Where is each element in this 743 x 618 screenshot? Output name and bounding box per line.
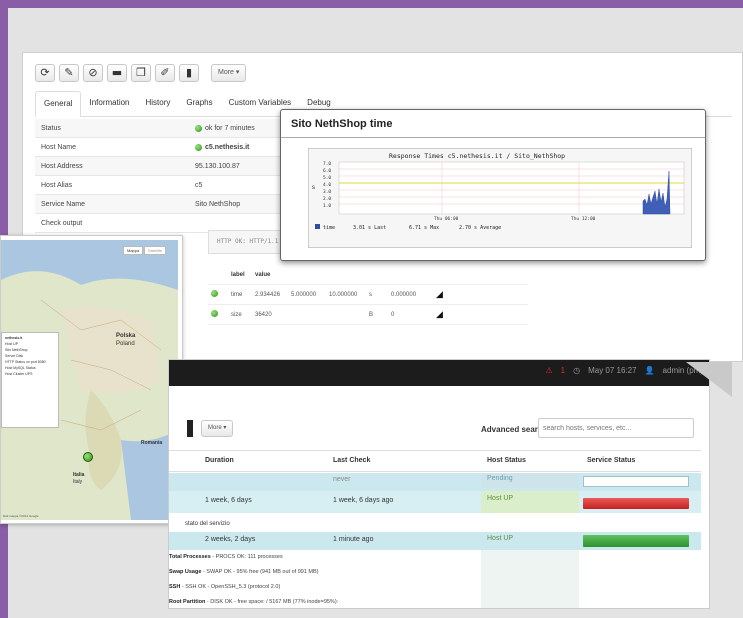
refresh-icon[interactable]: ⟳	[35, 64, 55, 82]
tab-history[interactable]: History	[138, 91, 179, 117]
map-footer: Dati mappa ©2014 Google	[3, 514, 39, 518]
callout-pointer	[686, 362, 732, 397]
legend: time 3.01 s Last 6.71 s Max 2.70 s Avera…	[323, 225, 501, 231]
pencil-icon[interactable]: ✐	[155, 64, 175, 82]
x-tick: Thu 12:00	[571, 216, 596, 222]
more-button[interactable]: More ▾	[201, 420, 234, 437]
divider	[281, 137, 705, 138]
tab-graphs[interactable]: Graphs	[178, 91, 220, 117]
y-tick: 7.0	[323, 161, 331, 167]
warning-icon[interactable]: ⚠	[545, 366, 552, 375]
perf-row-size: size 36420 B 0 ◢	[208, 305, 528, 325]
response-time-chart: Response Times c5.nethesis.it / Sito_Net…	[312, 152, 685, 231]
chart-title: Response Times c5.nethesis.it / Sito_Net…	[389, 152, 565, 160]
satellite-tab[interactable]: Satellite	[144, 246, 167, 255]
legend-last: 3.01 s Last	[353, 225, 386, 231]
country-label: Romania	[141, 440, 163, 446]
host-grid: Duration Last Check Host Status Service …	[169, 450, 701, 608]
y-tick: 3.0	[323, 189, 331, 195]
list-item[interactable]: Swap Usage - SWAP OK - 95% free (941 MB …	[169, 569, 318, 575]
y-axis: 7.0 6.0 5.0 4.0 3.0 2.0 1.0	[323, 161, 331, 209]
col-duration[interactable]: Duration	[205, 457, 234, 464]
graph-popup: Sito NethShop time Response Times c5.net…	[280, 109, 706, 261]
status-column-fill	[481, 550, 579, 608]
perfdata-table: label value time 2.934426 5.000000 10.00…	[208, 265, 528, 325]
host-marker-icon[interactable]	[83, 452, 93, 462]
copy-icon[interactable]: ❐	[131, 64, 151, 82]
graph-icon[interactable]: ◢	[436, 309, 443, 320]
host-status-up: Host UP	[481, 532, 579, 550]
legend-swatch	[315, 224, 320, 229]
country-label: Polska	[116, 333, 136, 339]
host-status-pending: Pending	[481, 473, 579, 488]
col-service-status[interactable]: Service Status	[587, 457, 635, 464]
datetime: May 07 16:27	[588, 366, 637, 375]
map-tab[interactable]: Mappa	[123, 246, 144, 255]
group-label-row: stato del servizio	[185, 521, 230, 527]
perf-row-time: time 2.934426 5.000000 10.000000 s 0.000…	[208, 285, 528, 305]
graph-icon[interactable]: ◢	[436, 289, 443, 300]
legend-avg: 2.70 s Average	[459, 225, 501, 231]
y-tick: 2.0	[323, 196, 331, 202]
toolbar: ⟳ ✎ ⊘ ▬ ❐ ✐ ▮ More ▾	[35, 63, 247, 83]
x-axis: Thu 06:00 Thu 12:00	[434, 216, 596, 222]
country-label: Italia	[73, 472, 85, 478]
user-icon: 👤	[644, 366, 655, 375]
y-tick: 6.0	[323, 168, 331, 174]
warning-count: 1	[560, 366, 566, 375]
status-ok-icon	[195, 124, 202, 132]
y-tick: 1.0	[323, 203, 331, 209]
host-ok-icon	[195, 143, 202, 151]
country-label: Poland	[116, 341, 135, 347]
edit-icon[interactable]: ✎	[59, 64, 79, 82]
col-host-status[interactable]: Host Status	[487, 457, 526, 464]
col-last-check[interactable]: Last Check	[333, 457, 370, 464]
perf-ok-icon	[211, 310, 218, 317]
legend-max: 6.71 s Max	[409, 225, 439, 231]
y-tick: 4.0	[323, 182, 331, 188]
search-input[interactable]	[538, 418, 694, 438]
more-button[interactable]: More ▾	[211, 64, 247, 82]
list-item[interactable]: Total Processes - PROCS OK: 111 processe…	[169, 554, 283, 560]
tab-information[interactable]: Information	[81, 91, 137, 117]
perf-header: label value	[208, 265, 528, 285]
perf-ok-icon	[211, 290, 218, 297]
grid-header: Duration Last Check Host Status Service …	[169, 450, 701, 472]
y-label: s	[312, 185, 315, 191]
country-label: Italy	[73, 479, 83, 485]
delete-icon[interactable]: ▮	[179, 64, 199, 82]
map-popup: nethesis.it Host UP Sito NethShop Server…	[1, 332, 59, 428]
top-navbar: ⚠ 1 ◷ May 07 16:27 👤 admin (pm)	[169, 360, 709, 386]
clock-icon: ◷	[573, 366, 581, 375]
toolbar-button[interactable]	[187, 420, 193, 437]
plot-area	[338, 161, 685, 215]
service-status-critical-bar	[583, 498, 689, 509]
server-icon[interactable]: ▬	[107, 64, 127, 82]
map-view[interactable]: Mappa Satellite Polska Poland Romania It…	[1, 240, 178, 520]
x-tick: Thu 06:00	[434, 216, 459, 222]
host-status-up: Host UP	[481, 491, 579, 513]
list-item[interactable]: Root Partition - DISK OK - free space: /…	[169, 599, 338, 605]
service-status-bar	[583, 476, 689, 487]
service-status-ok-bar	[583, 535, 689, 547]
rrd-graph: Response Times c5.nethesis.it / Sito_Net…	[308, 148, 692, 248]
list-item[interactable]: SSH - SSH OK - OpenSSH_5.3 (protocol 2.0…	[169, 584, 280, 590]
legend-series: time	[323, 225, 335, 231]
host-list-window: ⚠ 1 ◷ May 07 16:27 👤 admin (pm) More ▾ A…	[168, 359, 710, 609]
tab-general[interactable]: General	[35, 91, 82, 117]
block-icon[interactable]: ⊘	[83, 64, 103, 82]
graph-popup-title: Sito NethShop time	[291, 118, 393, 130]
y-tick: 5.0	[323, 175, 331, 181]
map-window: Mappa Satellite Polska Poland Romania It…	[0, 235, 183, 524]
